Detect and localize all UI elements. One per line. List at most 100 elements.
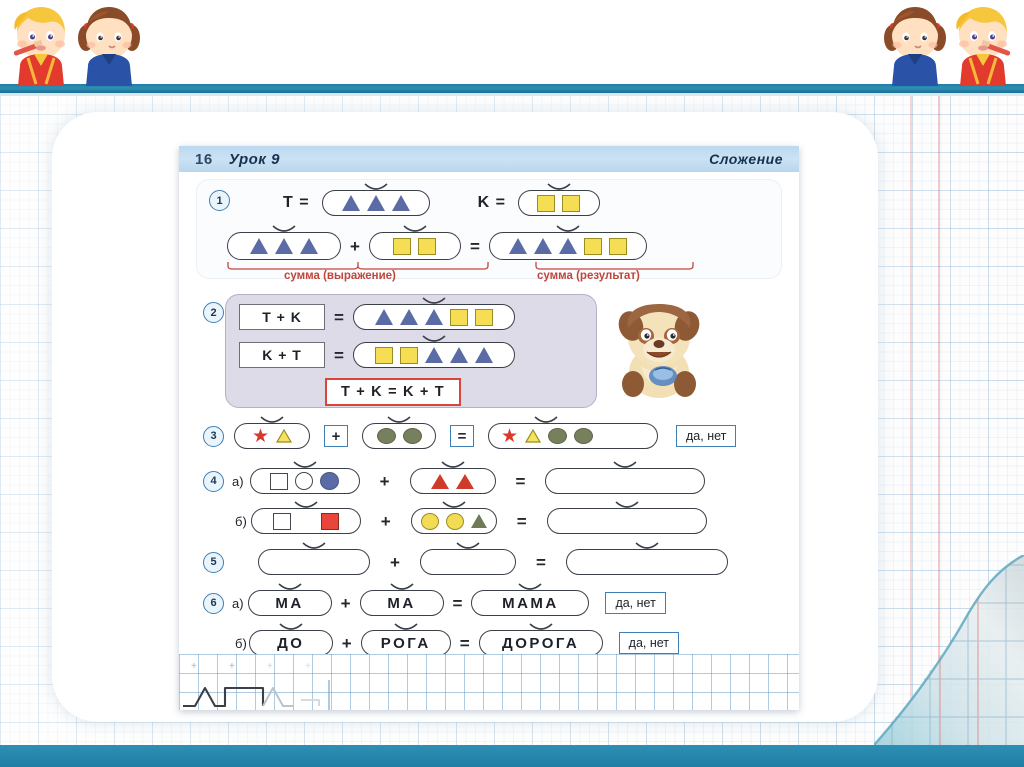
square-white	[272, 512, 291, 530]
plus-operator: +	[380, 511, 391, 531]
equals-operator: =	[459, 633, 470, 653]
ex3-yesno-box[interactable]: да, нет	[676, 425, 737, 447]
brace-mark-icon	[442, 501, 466, 508]
top-banner-rule	[0, 84, 1024, 93]
ex3-left-oval[interactable]: ★	[234, 416, 310, 449]
bottom-accent-bar	[0, 745, 1024, 767]
set-t-oval[interactable]	[321, 183, 430, 216]
ex6a-mid-oval[interactable]: МА	[359, 583, 444, 616]
plus-operator: +	[350, 236, 360, 256]
k-plus-t-shapes-oval[interactable]	[352, 335, 515, 368]
ex6b-yesno-box[interactable]: да, нет	[618, 632, 680, 654]
exercise-3: 3 ★ + = ★ да, нет	[203, 416, 737, 449]
brace-mark-icon	[302, 542, 326, 549]
square-yellow	[374, 346, 393, 364]
triangle-blue	[533, 238, 552, 254]
exercise-2-number: 2	[203, 302, 224, 323]
ex6a-result-word: МАМА	[502, 594, 559, 612]
brace-mark-icon	[615, 501, 639, 508]
ex6b-mid-oval[interactable]: РОГА	[360, 623, 451, 656]
ex4a-left-oval[interactable]	[249, 461, 360, 494]
ex6b-result-oval[interactable]: ДОРОГА	[478, 623, 603, 656]
star-red: ★	[501, 425, 519, 447]
square-yellow	[393, 237, 412, 255]
triangle-yellow	[276, 429, 293, 443]
brace-mark-icon	[387, 416, 411, 423]
square-yellow	[399, 346, 418, 364]
ex6b-result-word: ДОРОГА	[502, 634, 580, 652]
ex6b-mid-word: РОГА	[380, 634, 431, 652]
exercise-4-row-a: 4 а) + =	[203, 461, 706, 494]
circle-yellow	[445, 512, 464, 530]
ex4b-left-oval[interactable]	[250, 501, 361, 534]
topic-title: Сложение	[709, 151, 783, 167]
ex4b-sublabel: б)	[235, 513, 247, 529]
ex4b-mid-oval[interactable]	[410, 501, 497, 534]
square-yellow	[449, 308, 468, 326]
triangle-blue	[399, 309, 418, 325]
triangle-blue	[558, 238, 577, 254]
ex5-answer-oval[interactable]	[565, 542, 728, 575]
ex4a-mid-oval[interactable]	[409, 461, 496, 494]
equals-operator: =	[334, 307, 344, 327]
girl-with-pigtails-icon	[74, 4, 144, 86]
ex3-equals-box[interactable]: =	[450, 425, 474, 447]
girl-with-pigtails-icon-right	[880, 4, 950, 86]
addend-1-oval[interactable]	[227, 225, 341, 260]
ex3-plus-box[interactable]: +	[324, 425, 348, 447]
ex3-result-oval[interactable]: ★	[488, 416, 658, 449]
plus-mark: +	[191, 661, 197, 672]
expression-t-plus-k[interactable]: T + K	[239, 304, 325, 330]
letter-t: T =	[283, 194, 310, 211]
commutative-law-box[interactable]: T + K = K + T	[325, 378, 461, 406]
ex5-mid-oval[interactable]	[419, 542, 516, 575]
circle-olive	[548, 428, 568, 444]
brace-mark-icon	[529, 623, 553, 630]
exercise-1-number: 1	[209, 190, 230, 211]
ex5-left-oval[interactable]	[258, 542, 370, 575]
page-header: 16 Урок 9 Сложение	[179, 146, 799, 172]
letter-k: K =	[477, 194, 506, 211]
plus-operator: +	[379, 471, 390, 491]
result-underbrace-icon	[535, 262, 694, 270]
equals-operator: =	[516, 511, 527, 531]
triangle-blue	[424, 309, 443, 325]
textbook-page: 16 Урок 9 Сложение 1 T = K = + = сумма (…	[179, 146, 799, 710]
top-banner	[0, 0, 1024, 92]
boy-with-pencil-icon-right	[948, 4, 1018, 86]
ex6a-sublabel: а)	[232, 595, 244, 611]
set-k-oval[interactable]	[517, 183, 600, 216]
brace-mark-icon	[294, 501, 318, 508]
sum-result-oval[interactable]	[488, 225, 647, 260]
brace-mark-icon	[456, 542, 480, 549]
ex6b-left-word: ДО	[277, 634, 305, 652]
triangle-blue	[474, 347, 493, 363]
triangle-blue	[275, 238, 293, 254]
triangle-blue	[250, 238, 268, 254]
exercise-6-row-b: б) ДО + РОГА = ДОРОГА да, нет	[235, 623, 680, 656]
label-sum-expression: сумма (выражение)	[284, 270, 396, 282]
triangle-blue	[374, 309, 393, 325]
ex6a-left-oval[interactable]: МА	[247, 583, 332, 616]
addend-2-oval[interactable]	[368, 225, 461, 260]
ex6b-left-oval[interactable]: ДО	[248, 623, 333, 656]
square-yellow	[418, 237, 437, 255]
expression-k-plus-t[interactable]: K + T	[239, 342, 325, 368]
ex4b-answer-oval[interactable]	[546, 501, 707, 534]
page-curl-icon	[873, 553, 1024, 746]
circle-olive	[376, 428, 396, 444]
square-yellow	[537, 194, 556, 212]
brace-mark-icon	[260, 416, 284, 423]
exercise-2-row-a: T + K =	[239, 297, 515, 330]
ex6a-yesno-box[interactable]: да, нет	[605, 592, 666, 614]
exercise-5-number: 5	[203, 551, 224, 573]
expression-underbrace-icon	[227, 262, 489, 270]
brace-mark-icon	[278, 583, 302, 590]
t-plus-k-shapes-oval[interactable]	[352, 297, 515, 330]
square-yellow	[608, 237, 627, 255]
ex4a-answer-oval[interactable]	[545, 461, 706, 494]
ex6a-result-oval[interactable]: МАМА	[471, 583, 590, 616]
exercise-6-row-a: 6 а) МА + МА = МАМА да, нет	[203, 583, 666, 616]
ex3-mid-oval[interactable]	[362, 416, 436, 449]
brace-mark-icon	[293, 461, 317, 468]
